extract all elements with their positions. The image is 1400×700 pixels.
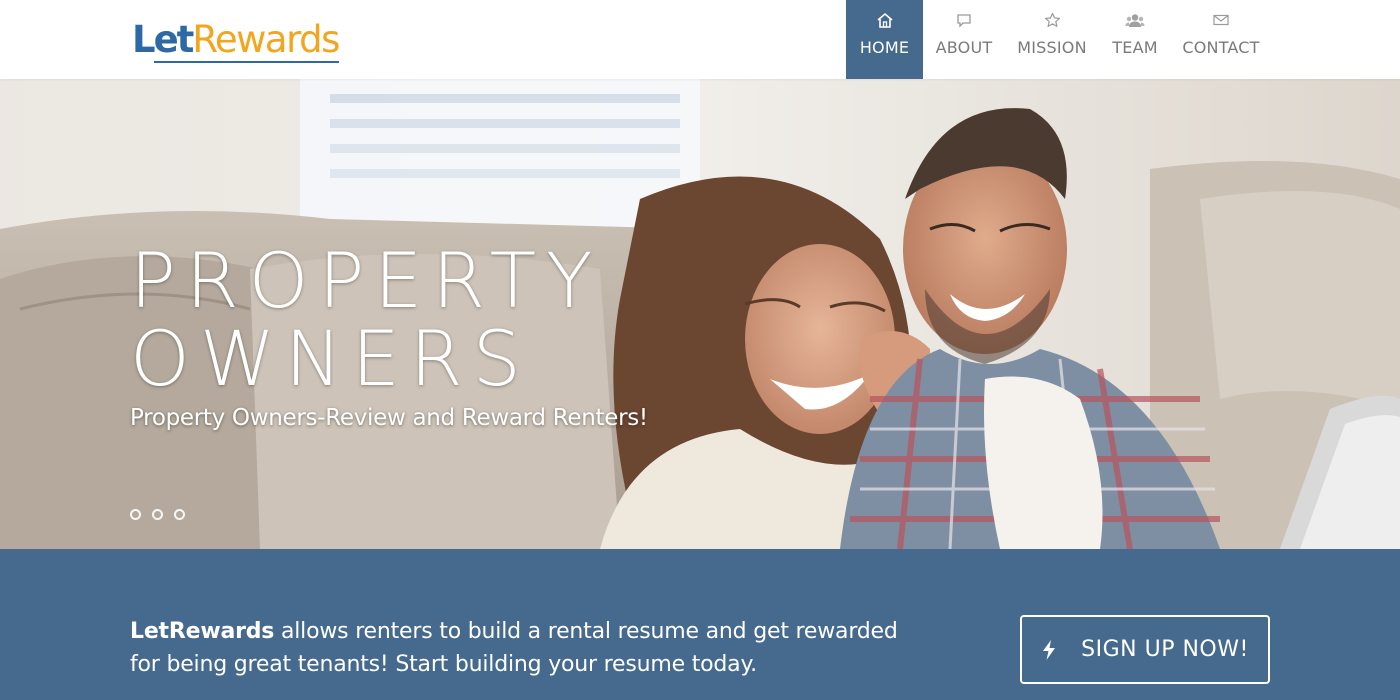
nav-label-about: ABOUT xyxy=(935,38,993,57)
speech-bubble-icon xyxy=(954,10,974,30)
hero-title: PROPERTY OWNERS xyxy=(130,242,830,398)
nav-item-contact[interactable]: CONTACT xyxy=(1171,0,1271,79)
hero-subtitle: Property Owners-Review and Reward Renter… xyxy=(130,405,648,431)
logo-let-text: Let xyxy=(132,18,194,61)
slider-pagination xyxy=(130,509,185,520)
main-nav: HOME ABOUT MISSION TEAM CONTACT xyxy=(846,0,1271,79)
logo-underline xyxy=(154,61,339,63)
nav-item-home[interactable]: HOME xyxy=(846,0,923,79)
star-icon xyxy=(1042,10,1062,30)
home-icon xyxy=(875,10,895,30)
nav-label-home: HOME xyxy=(859,38,910,57)
envelope-icon xyxy=(1211,10,1231,30)
users-icon xyxy=(1125,10,1145,30)
slider-dot[interactable] xyxy=(152,509,163,520)
nav-label-mission: MISSION xyxy=(1017,38,1087,57)
hero-title-line1: PROPERTY xyxy=(130,236,603,325)
lightning-bolt-icon xyxy=(1041,639,1059,661)
intro-band: LetRewards allows renters to build a ren… xyxy=(0,549,1400,700)
hero-slider: PROPERTY OWNERS Property Owners-Review a… xyxy=(0,79,1400,549)
intro-brand: LetRewards xyxy=(130,619,275,644)
nav-label-contact: CONTACT xyxy=(1182,38,1260,57)
sign-up-label: SIGN UP NOW! xyxy=(1081,637,1249,662)
site-header: LetRewards HOME ABOUT MISSION TEAM CONTA… xyxy=(0,0,1400,79)
logo-rewards-text: Rewards xyxy=(192,18,340,61)
nav-item-team[interactable]: TEAM xyxy=(1099,0,1171,79)
slider-dot[interactable] xyxy=(130,509,141,520)
nav-item-mission[interactable]: MISSION xyxy=(1005,0,1099,79)
slider-dot[interactable] xyxy=(174,509,185,520)
sign-up-button[interactable]: SIGN UP NOW! xyxy=(1020,615,1270,684)
intro-text: LetRewards allows renters to build a ren… xyxy=(130,615,910,681)
hero-title-line2: OWNERS xyxy=(130,314,531,403)
nav-item-about[interactable]: ABOUT xyxy=(923,0,1005,79)
logo-letrewards[interactable]: LetRewards xyxy=(132,18,340,66)
nav-label-team: TEAM xyxy=(1112,38,1158,57)
